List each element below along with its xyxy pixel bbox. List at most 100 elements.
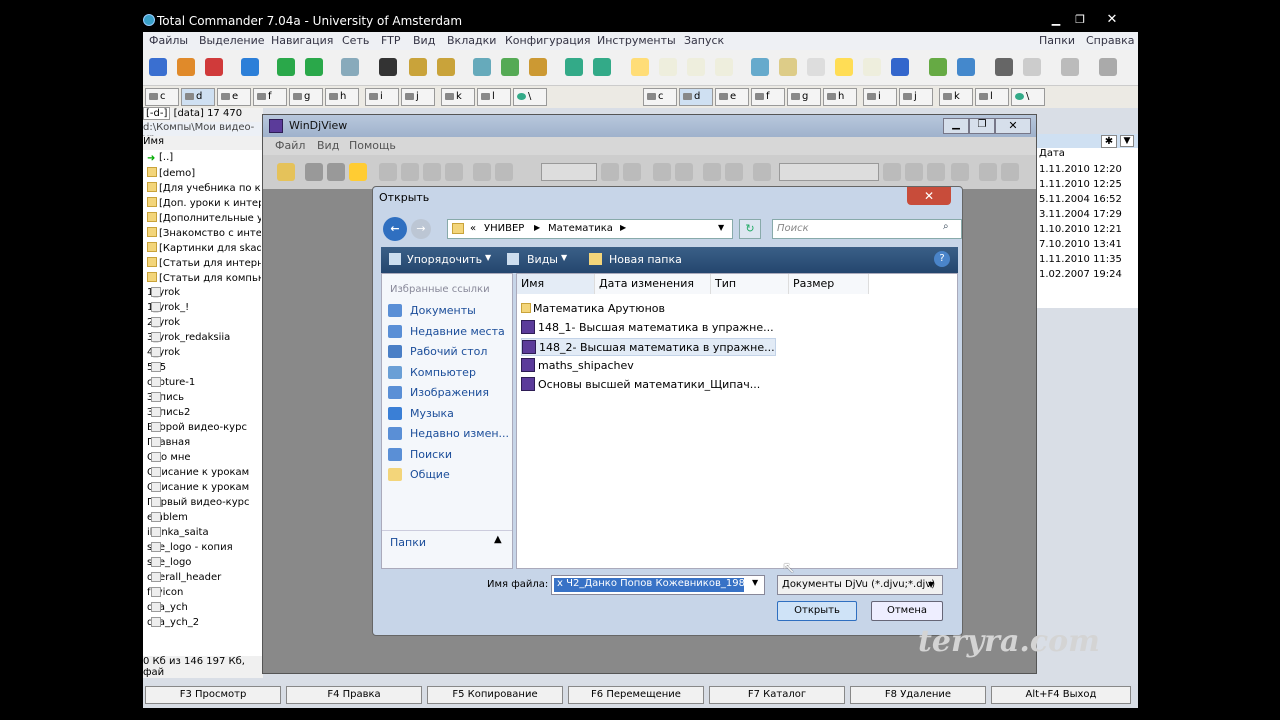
column-size[interactable]: Размер <box>789 274 869 294</box>
tool-j-icon[interactable] <box>1023 58 1041 76</box>
chevron-down-icon[interactable]: ▼ <box>752 578 758 587</box>
file-row[interactable]: maths_shipachev <box>521 357 634 375</box>
search-icon[interactable]: ⌕ <box>943 221 949 232</box>
file-row[interactable]: [Доп. уроки к интер <box>147 197 261 212</box>
chevron-right-icon[interactable]: ▶ <box>534 223 540 232</box>
views-button[interactable]: Виды <box>527 253 558 266</box>
f3-view-button[interactable]: F3 Просмотр <box>145 686 281 704</box>
file-row[interactable]: Главная <box>147 437 261 452</box>
doc-edit-icon[interactable] <box>715 58 733 76</box>
notepad-icon[interactable] <box>529 58 547 76</box>
facing-pages-icon[interactable] <box>951 163 969 181</box>
menu-files[interactable]: Файлы <box>149 34 188 47</box>
menu-selection[interactable]: Выделение <box>199 34 265 47</box>
file-row[interactable]: ➜ [..] <box>147 152 261 167</box>
drive-g-right[interactable]: g <box>787 88 821 106</box>
zoom-plus-icon[interactable] <box>883 163 901 181</box>
column-type[interactable]: Тип <box>711 274 789 294</box>
zoom-rect-icon[interactable] <box>445 163 463 181</box>
chevron-down-icon[interactable]: ▼ <box>718 223 724 232</box>
tool-i-icon[interactable] <box>995 58 1013 76</box>
help-icon[interactable]: ? <box>934 251 950 267</box>
drive-k-left[interactable]: k <box>441 88 475 106</box>
drive-l-right[interactable]: l <box>975 88 1009 106</box>
nav-item[interactable]: Общие <box>410 468 450 481</box>
nav-item[interactable]: Поиски <box>410 448 452 461</box>
drive-i-left[interactable]: i <box>365 88 399 106</box>
refresh-icon[interactable]: ↻ <box>739 219 761 239</box>
menu-help[interactable]: Помощь <box>349 139 396 152</box>
file-row[interactable]: dlia_ych <box>147 602 261 617</box>
history-forward-icon[interactable] <box>675 163 693 181</box>
file-row[interactable]: Описание к урокам <box>147 482 261 497</box>
fit-page-icon[interactable] <box>703 163 721 181</box>
drive-net-left[interactable]: \ <box>513 88 547 106</box>
file-row[interactable]: 4_yrok <box>147 347 261 362</box>
filename-input[interactable]: х Ч2_Данко Попов Кожевников_1986 ▼ <box>551 575 765 595</box>
single-page-icon[interactable] <box>905 163 923 181</box>
address-breadcrumb[interactable]: « УНИВЕР ▶ Математика ▶ ▼ <box>447 219 733 239</box>
drive-c-left[interactable]: c <box>145 88 179 106</box>
file-row[interactable]: site_logo - копия <box>147 542 261 557</box>
chevron-down-icon[interactable]: ▼ <box>485 253 491 262</box>
print-icon[interactable] <box>305 163 323 181</box>
tool-e-icon[interactable] <box>863 58 881 76</box>
prev-page-icon[interactable] <box>495 163 513 181</box>
drive-l-left[interactable]: l <box>477 88 511 106</box>
nav-item[interactable]: Изображения <box>410 386 489 399</box>
tool-g-icon[interactable] <box>929 58 947 76</box>
file-row[interactable]: 1_yrok_! <box>147 302 261 317</box>
tool-d-icon[interactable] <box>835 58 853 76</box>
sync-icon[interactable] <box>501 58 519 76</box>
tool-l-icon[interactable] <box>1099 58 1117 76</box>
gear-orange-icon[interactable] <box>177 58 195 76</box>
drive-j-right[interactable]: j <box>899 88 933 106</box>
nav-item[interactable]: Недавно измен... <box>410 427 509 440</box>
search-icon[interactable] <box>341 58 359 76</box>
forward-arrow-icon[interactable]: → <box>411 219 431 239</box>
menu-view[interactable]: Вид <box>317 139 339 152</box>
menu-tabs[interactable]: Вкладки <box>447 34 496 47</box>
drive-j-left[interactable]: j <box>401 88 435 106</box>
menu-view[interactable]: Вид <box>413 34 435 47</box>
file-row[interactable]: Второй видео-курс <box>147 422 261 437</box>
zoom-out-icon[interactable] <box>753 163 771 181</box>
drive-k-right[interactable]: k <box>939 88 973 106</box>
folders-toggle-label[interactable]: Папки <box>390 536 426 549</box>
organize-button[interactable]: Упорядочить <box>407 253 482 266</box>
menu-launch[interactable]: Запуск <box>684 34 724 47</box>
menu-ftp[interactable]: FTP <box>381 34 401 47</box>
zoom-in-icon[interactable] <box>423 163 441 181</box>
page-number-combo[interactable] <box>541 163 597 181</box>
file-row[interactable]: Запись <box>147 392 261 407</box>
maximize-icon[interactable]: ❐ <box>1071 12 1089 28</box>
new-folder-button[interactable]: Новая папка <box>609 253 682 266</box>
filetype-select[interactable]: Документы DjVu (*.djvu;*.djv) ▼ <box>777 575 943 595</box>
drive-g-left[interactable]: g <box>289 88 323 106</box>
back-arrow-icon[interactable] <box>277 58 295 76</box>
file-row[interactable]: capture-1 <box>147 377 261 392</box>
file-row[interactable]: Описание к урокам <box>147 467 261 482</box>
f5-copy-button[interactable]: F5 Копирование <box>427 686 563 704</box>
select-tool-icon[interactable] <box>401 163 419 181</box>
file-row[interactable]: 2_yrok <box>147 317 261 332</box>
breadcrumb-overflow[interactable]: « <box>470 223 476 234</box>
open-folder-icon[interactable] <box>277 163 295 181</box>
alt-f4-exit-button[interactable]: Alt+F4 Выход <box>991 686 1131 704</box>
doc-icon[interactable] <box>631 58 649 76</box>
file-row[interactable]: 148_2- Высшая математика в упражне... <box>521 338 776 356</box>
gear-red-icon[interactable] <box>205 58 223 76</box>
file-row[interactable]: [Картинки для skad <box>147 242 261 257</box>
file-row[interactable]: 148_1- Высшая математика в упражне... <box>521 319 774 337</box>
breadcrumb-univer[interactable]: УНИВЕР <box>484 223 524 234</box>
chevron-down-icon[interactable]: ▼ <box>928 576 934 594</box>
help-icon[interactable] <box>349 163 367 181</box>
drive-i-right[interactable]: i <box>863 88 897 106</box>
file-row[interactable]: [Дополнительные у <box>147 212 261 227</box>
minimize-icon[interactable]: ▁ <box>943 118 969 134</box>
maximize-icon[interactable]: ❐ <box>969 118 995 134</box>
menu-folders[interactable]: Папки <box>1039 34 1075 47</box>
file-row[interactable]: 555 <box>147 362 261 377</box>
breadcrumb-math[interactable]: Математика <box>548 223 613 234</box>
star-icon[interactable] <box>473 58 491 76</box>
